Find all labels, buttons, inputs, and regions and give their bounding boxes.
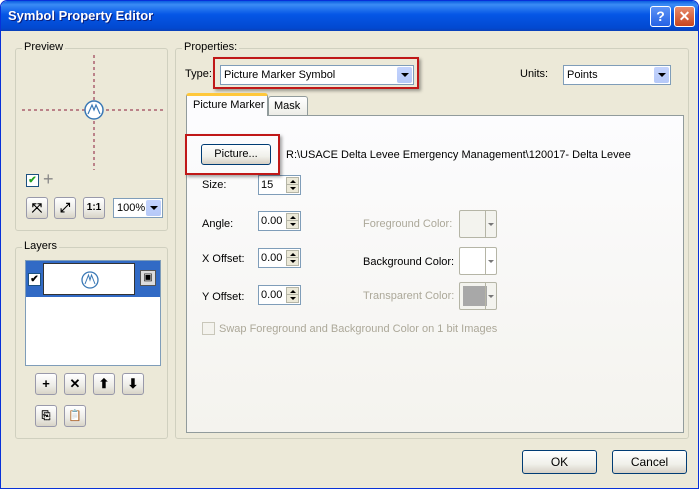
- angle-label: Angle:: [202, 218, 234, 230]
- chevron-down-icon[interactable]: [654, 67, 669, 83]
- add-layer-button[interactable]: +: [35, 373, 57, 395]
- angle-value: 0.00: [261, 215, 283, 227]
- add-preview-icon[interactable]: +: [43, 169, 54, 190]
- chevron-down-icon: [485, 283, 496, 309]
- tab-picture-marker[interactable]: Picture Marker: [186, 93, 268, 116]
- background-color-picker[interactable]: [459, 247, 497, 275]
- xoffset-spinner[interactable]: 0.00: [258, 248, 301, 268]
- swap-colors-checkbox: [202, 322, 215, 335]
- decrement-icon[interactable]: [286, 294, 299, 303]
- swap-colors-label: Swap Foreground and Background Color on …: [219, 323, 498, 335]
- paste-layer-button[interactable]: 📋: [64, 405, 86, 427]
- lock-layer-icon[interactable]: ▣: [140, 270, 156, 286]
- zoom-fit-button[interactable]: ⤢: [54, 197, 76, 219]
- zoom-select[interactable]: 100%: [113, 198, 163, 218]
- title-bar[interactable]: Symbol Property Editor ? ✕: [1, 1, 698, 31]
- size-label: Size:: [202, 179, 227, 191]
- layers-group-label: Layers: [22, 240, 60, 252]
- move-down-button[interactable]: ⬇: [122, 373, 144, 395]
- chevron-down-icon[interactable]: [485, 248, 496, 274]
- yoffset-value: 0.00: [261, 289, 283, 301]
- preview-checkbox[interactable]: ✔: [26, 174, 39, 187]
- marker-thumbnail-icon: [81, 271, 99, 289]
- angle-spinner[interactable]: 0.00: [258, 211, 301, 231]
- xoffset-label: X Offset:: [202, 253, 245, 265]
- zoom-value: 100%: [117, 202, 146, 214]
- close-button[interactable]: ✕: [674, 6, 695, 27]
- preview-crosshair: [22, 55, 163, 170]
- window-title: Symbol Property Editor: [8, 8, 154, 23]
- background-color-label: Background Color:: [363, 256, 455, 268]
- units-label: Units:: [520, 68, 549, 80]
- layers-group: Layers ✔ ▣ + ✕ ⬆ ⬇ ⎘ 📋: [15, 240, 168, 439]
- symbol-property-editor-window: Symbol Property Editor ? ✕ Preview ✔ + ⤧…: [0, 0, 699, 489]
- units-value: Points: [567, 69, 598, 81]
- preview-group: Preview ✔ + ⤧ ⤢ 1:1 100%: [15, 41, 168, 231]
- chevron-down-icon[interactable]: [146, 200, 161, 216]
- layer-row[interactable]: ✔ ▣: [26, 261, 160, 297]
- size-spinner[interactable]: 15: [258, 175, 301, 195]
- tab-mask[interactable]: Mask: [268, 96, 308, 116]
- yoffset-label: Y Offset:: [202, 291, 245, 303]
- picture-path: R:\USACE Delta Levee Emergency Managemen…: [286, 149, 631, 161]
- preview-group-label: Preview: [22, 41, 66, 53]
- layer-thumbnail: [43, 263, 135, 295]
- actual-size-button[interactable]: 1:1: [83, 197, 105, 219]
- layers-list[interactable]: ✔ ▣: [25, 260, 161, 366]
- cancel-button[interactable]: Cancel: [612, 450, 687, 474]
- cancel-button-label: Cancel: [630, 455, 669, 469]
- transparent-color-label: Transparent Color:: [363, 290, 455, 302]
- type-highlight: [213, 57, 419, 89]
- ok-button[interactable]: OK: [522, 450, 597, 474]
- decrement-icon[interactable]: [286, 184, 299, 193]
- chevron-down-icon: [485, 211, 496, 237]
- decrement-icon[interactable]: [286, 220, 299, 229]
- copy-layer-button[interactable]: ⎘: [35, 405, 57, 427]
- decrement-icon[interactable]: [286, 257, 299, 266]
- delete-layer-button[interactable]: ✕: [64, 373, 86, 395]
- tab-picture-marker-label: Picture Marker: [193, 99, 265, 111]
- yoffset-spinner[interactable]: 0.00: [258, 285, 301, 305]
- help-button[interactable]: ?: [650, 6, 671, 27]
- xoffset-value: 0.00: [261, 252, 283, 264]
- layer-visibility-checkbox[interactable]: ✔: [28, 273, 41, 286]
- properties-group: Properties: Type: Picture Marker Symbol …: [175, 41, 689, 439]
- foreground-color-label: Foreground Color:: [363, 218, 453, 230]
- units-select[interactable]: Points: [563, 65, 671, 85]
- tab-mask-label: Mask: [274, 100, 301, 112]
- picture-highlight: [185, 134, 280, 175]
- size-value: 15: [261, 179, 274, 191]
- ok-button-label: OK: [550, 455, 569, 469]
- transparent-color-picker: [459, 282, 497, 310]
- properties-group-label: Properties:: [182, 41, 240, 53]
- transparent-color-swatch: [463, 286, 487, 306]
- fit-extent-button[interactable]: ⤧: [26, 197, 48, 219]
- type-label: Type:: [185, 68, 212, 80]
- preview-canvas: [22, 55, 163, 170]
- move-up-button[interactable]: ⬆: [93, 373, 115, 395]
- foreground-color-picker: [459, 210, 497, 238]
